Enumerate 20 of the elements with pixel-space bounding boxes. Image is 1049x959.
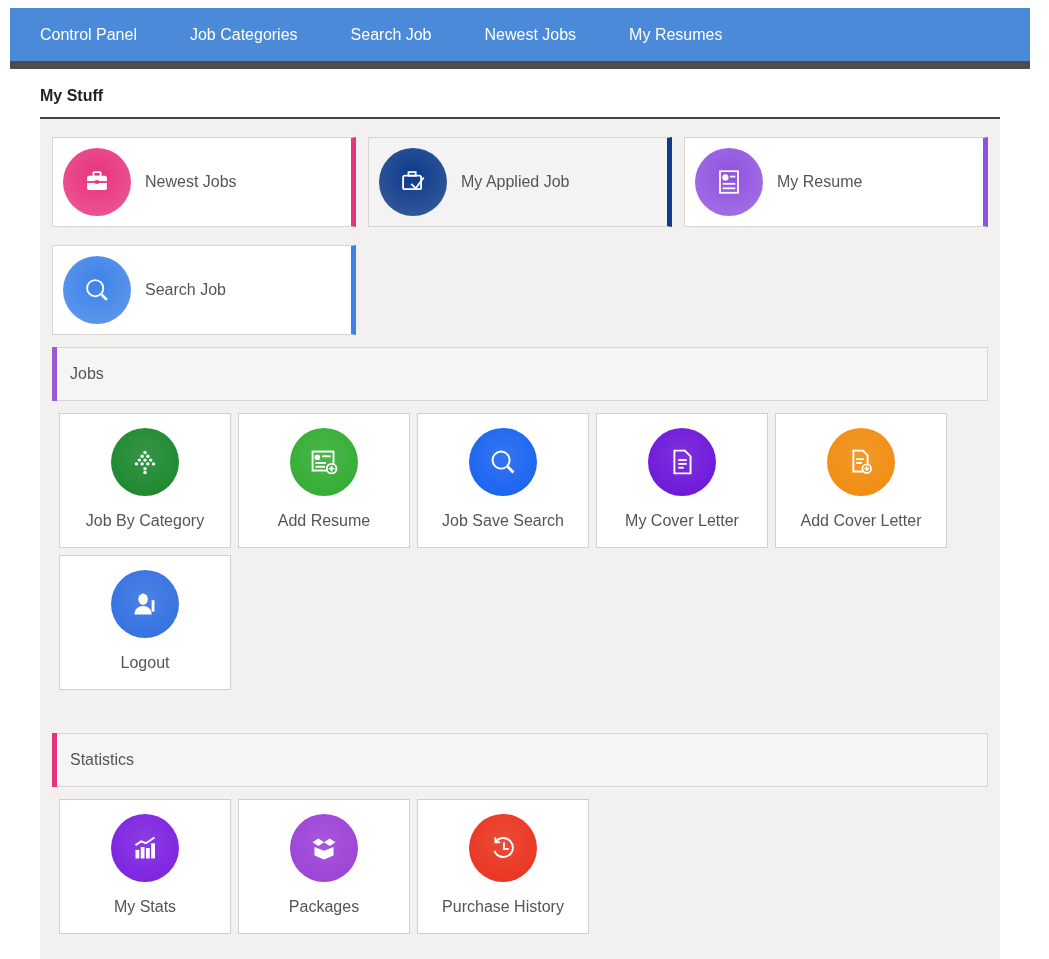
section-title: Statistics [70,751,134,769]
tile-link[interactable]: Purchase History [417,799,589,934]
tile-link[interactable]: Packages [238,799,410,934]
nav-link[interactable]: Control Panel [40,25,137,44]
nav-link[interactable]: Job Categories [189,25,298,44]
tile-link[interactable]: Job Save Search [417,413,589,548]
quick-link-card[interactable]: My Resume [684,137,988,227]
tile-link[interactable]: Add Cover Letter [775,413,947,548]
quick-link-card[interactable]: My Applied Job [368,137,672,227]
tile-link[interactable]: My Stats [59,799,231,934]
quick-link-card[interactable]: Search Job [52,245,356,335]
tile-link[interactable]: My Cover Letter [596,413,768,548]
quick-link-card[interactable]: Newest Jobs [52,137,356,227]
tile-link[interactable]: Logout [59,555,231,690]
section-title: Jobs [70,365,104,383]
nav-link[interactable]: Newest Jobs [484,25,577,44]
tile-link[interactable]: Add Resume [238,413,410,548]
tile-link[interactable]: Job By Category [59,413,231,548]
nav-link[interactable]: My Resumes [629,25,723,44]
nav-link[interactable]: Search Job [350,25,432,44]
